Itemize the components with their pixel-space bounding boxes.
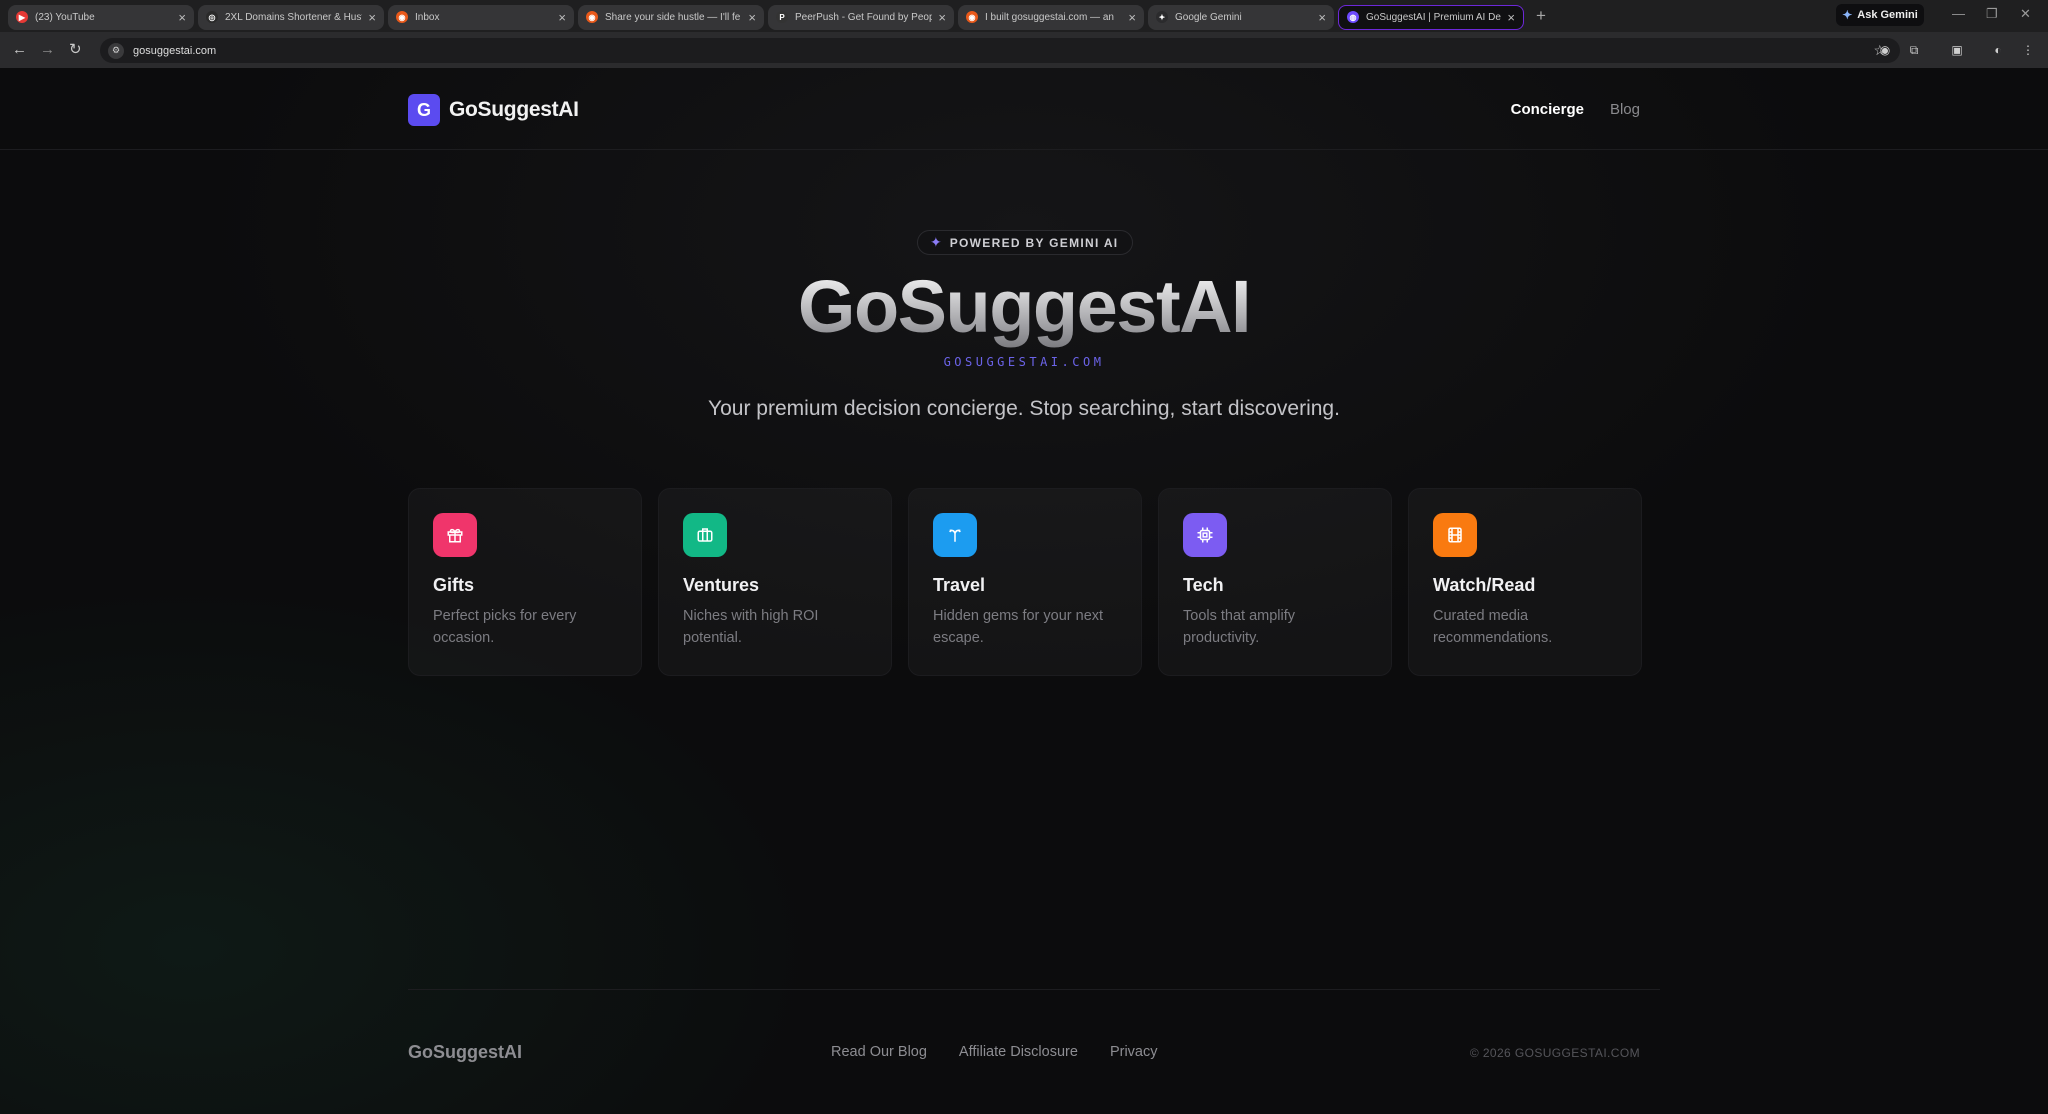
site-header: G GoSuggestAI Concierge Blog (0, 68, 2048, 150)
nav-concierge[interactable]: Concierge (1511, 101, 1584, 118)
browser-tab[interactable]: ◎ 2XL Domains Shortener & Hust × (198, 4, 384, 30)
reload-icon[interactable]: ↻ (69, 41, 82, 59)
footer-divider (408, 989, 1660, 990)
nav-blog[interactable]: Blog (1610, 101, 1640, 118)
footer-link-privacy[interactable]: Privacy (1110, 1044, 1158, 1060)
browser-tab[interactable]: ◉ Share your side hustle — I'll fe × (578, 4, 764, 30)
tab-strip: ▶ (23) YouTube × ◎ 2XL Domains Shortener & H… (8, 3, 1528, 30)
new-tab-button[interactable]: + (1536, 6, 1546, 26)
close-window-button[interactable]: ✕ (2020, 6, 2031, 22)
tab-favicon-icon: ◉ (586, 11, 598, 23)
tab-favicon-icon: ✦ (1156, 11, 1168, 23)
category-card-watch-read[interactable]: Watch/Read Curated media recommendations… (1408, 488, 1642, 676)
tab-title: I built gosuggestai.com — an (985, 11, 1114, 23)
address-bar[interactable]: ⚙ gosuggestai.com ☆ (100, 38, 1900, 63)
tab-close-icon[interactable]: × (178, 11, 186, 24)
menu-dots-icon[interactable]: ⋮ (2020, 42, 2036, 58)
tab-close-icon[interactable]: × (1128, 11, 1136, 24)
hero-subtitle: Your premium decision concierge. Stop se… (708, 397, 1340, 420)
back-icon[interactable]: ← (12, 41, 27, 59)
tab-title: (23) YouTube (35, 11, 95, 23)
browser-tab[interactable]: ◍ GoSuggestAI | Premium AI Dec × (1338, 4, 1524, 30)
logo-mark: G (408, 94, 440, 126)
sparkles-icon: ✦ (930, 234, 942, 250)
footer-link-blog[interactable]: Read Our Blog (831, 1044, 927, 1060)
tab-favicon-icon: ◍ (1347, 11, 1359, 23)
badge-text: POWERED BY GEMINI AI (949, 235, 1119, 250)
ask-gemini-label: Ask Gemini (1857, 9, 1918, 21)
tab-close-icon[interactable]: × (368, 11, 376, 24)
restore-button[interactable]: ❐ (1986, 6, 1998, 22)
tab-title: Google Gemini (1175, 11, 1242, 23)
card-description: Hidden gems for your next escape. (933, 608, 1104, 646)
footer-link-affiliate-disclosure[interactable]: Affiliate Disclosure (959, 1044, 1078, 1060)
main-nav: Concierge Blog (1511, 101, 1640, 118)
tab-title: PeerPush - Get Found by Peopl (795, 11, 933, 23)
tab-title: GoSuggestAI | Premium AI Dec (1366, 11, 1502, 23)
footer-links: Read Our Blog Affiliate Disclosure Priva… (831, 1044, 1157, 1060)
category-card-gifts[interactable]: Gifts Perfect picks for every occasion. (408, 488, 642, 676)
card-description: Perfect picks for every occasion. (433, 608, 577, 646)
browser-tab[interactable]: ✦ Google Gemini × (1148, 4, 1334, 30)
profile-icon[interactable]: ◐ (1990, 42, 2006, 58)
card-title: Watch/Read (1433, 575, 1536, 595)
tab-close-icon[interactable]: × (1318, 11, 1326, 24)
tab-favicon-icon: ◎ (206, 11, 218, 23)
card-title: Ventures (683, 575, 760, 595)
tab-favicon-icon: ◉ (966, 11, 978, 23)
card-description: Tools that amplify productivity. (1183, 608, 1296, 646)
hero-domain: GOSUGGESTAI.COM (943, 355, 1105, 369)
tab-favicon-icon: ▶ (16, 11, 28, 23)
category-cards: Gifts Perfect picks for every occasion. … (408, 488, 1642, 676)
site-logo[interactable]: G GoSuggestAI (408, 94, 579, 126)
browser-tab[interactable]: P PeerPush - Get Found by Peopl × (768, 4, 954, 30)
browser-tab[interactable]: ◉ I built gosuggestai.com — an × (958, 4, 1144, 30)
tab-title: Share your side hustle — I'll fe (605, 11, 741, 23)
tab-close-icon[interactable]: × (938, 11, 946, 24)
browser-tab-bar: ▶ (23) YouTube × ◎ 2XL Domains Shortener & H… (0, 0, 2048, 32)
palm-tree-icon (933, 513, 977, 557)
site-info-icon[interactable]: ⚙ (108, 42, 124, 59)
card-title: Gifts (433, 575, 475, 595)
side-panel-icon[interactable]: ▣ (1949, 42, 1965, 58)
gemini-sparkle-icon: ✦ (1842, 8, 1853, 22)
page-content: G GoSuggestAI Concierge Blog ✦ POWERED B… (0, 68, 2048, 1114)
card-title: Travel (933, 575, 986, 595)
extensions-puzzle-icon[interactable]: ⧉ (1906, 42, 1922, 58)
category-card-ventures[interactable]: Ventures Niches with high ROI potential. (658, 488, 892, 676)
powered-by-badge: ✦ POWERED BY GEMINI AI (917, 230, 1134, 255)
url-text[interactable]: gosuggestai.com (133, 45, 216, 57)
browser-tab[interactable]: ◉ Inbox × (388, 4, 574, 30)
logo-text: GoSuggestAI (449, 98, 579, 121)
footer-logo[interactable]: GoSuggestAI (408, 1042, 522, 1063)
tab-close-icon[interactable]: × (1507, 11, 1515, 24)
forward-icon[interactable]: → (40, 41, 55, 59)
tab-favicon-icon: P (776, 11, 788, 23)
tab-favicon-icon: ◉ (396, 11, 408, 23)
tab-close-icon[interactable]: × (558, 11, 566, 24)
extension-icon[interactable]: ◉ (1877, 42, 1893, 58)
chip-icon (1183, 513, 1227, 557)
hero-title: GoSuggestAI (0, 264, 2048, 349)
minimize-button[interactable]: — (1952, 6, 1965, 21)
footer-copyright: © 2026 GOSUGGESTAI.COM (1469, 1046, 1640, 1060)
tab-title: 2XL Domains Shortener & Hust (225, 11, 363, 23)
ask-gemini-button[interactable]: ✦ Ask Gemini (1836, 4, 1924, 26)
tab-close-icon[interactable]: × (748, 11, 756, 24)
browser-tab[interactable]: ▶ (23) YouTube × (8, 4, 194, 30)
category-card-tech[interactable]: Tech Tools that amplify productivity. (1158, 488, 1392, 676)
gift-icon (433, 513, 477, 557)
card-title: Tech (1183, 575, 1224, 595)
briefcase-icon (683, 513, 727, 557)
category-card-travel[interactable]: Travel Hidden gems for your next escape. (908, 488, 1142, 676)
tab-title: Inbox (415, 11, 440, 23)
browser-toolbar: ← → ↻ ⚙ gosuggestai.com ☆ ◉ ⧉ ▣ ◐ ⋮ (0, 32, 2048, 68)
card-description: Niches with high ROI potential. (683, 608, 819, 646)
film-icon (1433, 513, 1477, 557)
card-description: Curated media recommendations. (1433, 608, 1553, 646)
